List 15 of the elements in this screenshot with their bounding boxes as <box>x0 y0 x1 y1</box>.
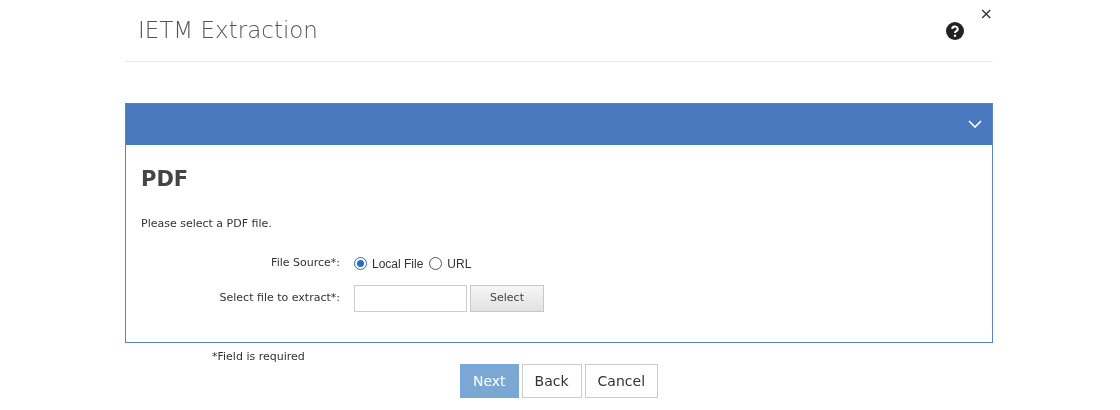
file-field[interactable] <box>354 284 467 312</box>
field-label: File Source*: <box>270 255 341 272</box>
field-label: Select file to extract*: <box>218 289 341 306</box>
radio-option[interactable]: URL <box>429 254 472 273</box>
required-note: *Field is required <box>212 348 306 365</box>
help-icon[interactable] <box>946 21 964 40</box>
cancel-button[interactable]: Cancel <box>584 364 659 399</box>
dialog-title: IETM Extraction <box>138 16 318 45</box>
section-heading: PDF <box>141 167 190 193</box>
close-button[interactable]: × <box>977 6 995 22</box>
radio-option[interactable]: Local File <box>354 254 424 273</box>
instruction-text: Please select a PDF file. <box>141 216 273 233</box>
chevron-icon[interactable] <box>968 120 982 129</box>
back-button[interactable]: Back <box>521 364 582 399</box>
select-button[interactable]: Select <box>470 284 544 312</box>
